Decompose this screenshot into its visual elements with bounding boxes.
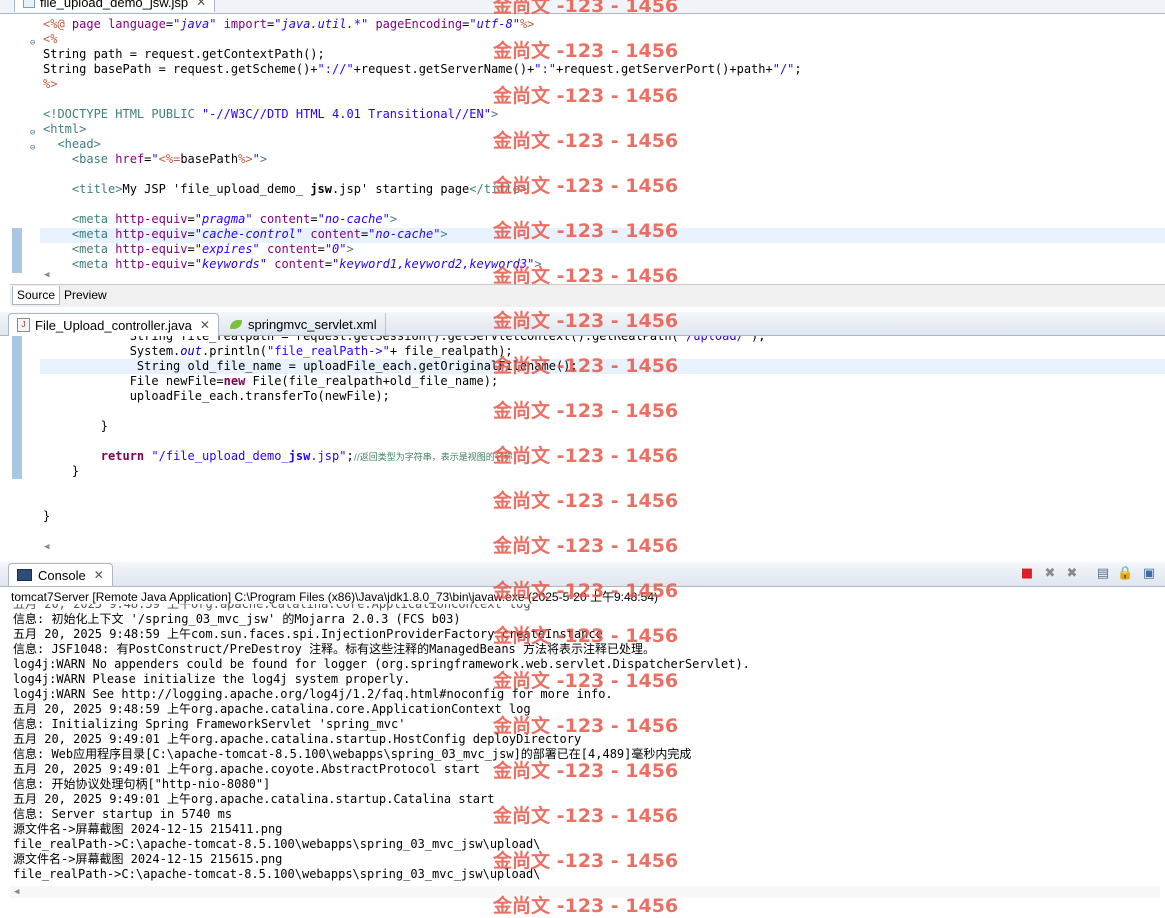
tab-label: file_upload_demo_jsw.jsp [40,0,189,10]
horizontal-scrollbar[interactable]: ◀ [40,541,1165,553]
code-line: return "/file_upload_demo_jsw.jsp";//返回类… [100,449,513,463]
jsp-file-icon [23,0,35,8]
change-marker [12,336,22,479]
code-line: String file_realpath = request.getSessio… [43,336,766,343]
console-line: log4j:WARN See http://logging.apache.org… [13,687,613,701]
code-line: <%@ page language="java" import="java.ut… [43,17,535,31]
tab-preview[interactable]: Preview [60,286,111,304]
code-line: } [43,464,80,478]
console-line: 源文件名->屏幕截图 2024-12-15 215411.png [13,822,283,836]
close-icon[interactable]: ✕ [196,0,206,9]
console-line: 信息: Server startup in 5740 ms [13,807,233,821]
tab-springmvc-servlet-xml[interactable]: springmvc_servlet.xml [222,313,386,335]
console-line: file_realPath->C:\apache-tomcat-8.5.100\… [13,867,541,881]
console-line: 信息: JSF1048: 有PostConstruct/PreDestroy 注… [13,642,656,656]
code-line: <title>My JSP 'file_upload_demo_ jsw.jsp… [71,182,528,196]
horizontal-scrollbar[interactable]: ◀ [40,269,1165,281]
console-line: 信息: Web应用程序目录[C:\apache-tomcat-8.5.100\w… [13,747,692,761]
tab-console[interactable]: Console ✕ [8,563,113,586]
editor1-tabbar: file_upload_demo_jsw.jsp ✕ [0,0,1165,14]
code-line: <meta http-equiv="expires" content="0"> [71,242,354,256]
code-line: } [43,419,109,433]
tab-label: Console [38,567,86,583]
scroll-left-icon[interactable]: ◀ [44,542,49,552]
console-line: 五月 20, 2025 9:48:59 上午org.apache.catalin… [13,604,531,611]
console-line: 信息: Initializing Spring FrameworkServlet… [13,717,406,731]
console-line: 五月 20, 2025 9:48:59 上午org.apache.catalin… [13,702,531,716]
close-icon[interactable]: ✕ [200,318,210,332]
console-line: 五月 20, 2025 9:49:01 上午org.apache.catalin… [13,792,495,806]
console-tabbar: Console ✕ ■ ✖ ✖ ▤ 🔒 ▣ [0,562,1165,587]
code-line: System.out.println("file_realPath->"+ fi… [43,344,513,358]
scroll-left-icon[interactable]: ◀ [14,887,19,897]
change-marker [12,228,22,273]
console-output[interactable]: 五月 20, 2025 9:48:59 上午org.apache.catalin… [0,604,1165,900]
remove-launch-icon[interactable]: ✖ [1042,566,1058,582]
close-icon[interactable]: ✕ [94,568,104,582]
xml-leaf-icon [230,319,242,329]
console-line: 五月 20, 2025 9:48:59 上午com.sun.faces.spi.… [13,627,603,641]
console-line: log4j:WARN Please initialize the log4j s… [13,672,411,686]
fold-icon[interactable]: ⊖ [30,144,39,153]
scroll-left-icon[interactable]: ◀ [44,270,49,280]
code-line: <% [43,32,58,46]
code-line: <!DOCTYPE HTML PUBLIC "-//W3C//DTD HTML … [43,107,499,121]
code-comment: //返回类型为字符串，表示是视图的名称 [353,453,513,463]
clear-console-icon[interactable]: ▤ [1095,566,1111,582]
console-line: log4j:WARN No appenders could be found f… [13,657,750,671]
fold-icon[interactable]: ⊖ [30,39,39,48]
code-line: String old_file_name = uploadFile_each.g… [43,359,578,373]
code-line: %> [43,77,58,91]
code-line: } [43,509,51,523]
java-file-icon: J [17,318,30,332]
console-line: 信息: 开始协议处理句柄["http-nio-8080"] [13,777,271,791]
console-line: 信息: 初始化上下文 '/spring_03_mvc_jsw' 的Mojarra… [13,612,461,626]
code-line: <base href="<%=basePath%>"> [71,152,268,166]
code-line: String path = request.getContextPath(); [43,47,325,61]
tab-file-upload-demo-jsp[interactable]: file_upload_demo_jsw.jsp ✕ [14,0,216,12]
tab-file-upload-controller[interactable]: J File_Upload_controller.java ✕ [8,313,219,336]
java-editor[interactable]: String file_realpath = request.getSessio… [0,336,1165,556]
console-line: 源文件名->屏幕截图 2024-12-15 215615.png [13,852,283,866]
source-preview-bar: Source Preview [10,284,1165,307]
tab-label: File_Upload_controller.java [35,317,192,333]
code-line: <html> [43,122,87,136]
code-line: <meta http-equiv="cache-control" content… [71,227,448,241]
tab-source[interactable]: Source [12,286,61,305]
code-line: File newFile=new File(file_realpath+old_… [43,374,499,388]
code-line: uploadFile_each.transferTo(newFile); [43,389,390,403]
code-line: <meta http-equiv="pragma" content="no-ca… [71,212,398,226]
editor2-tabbar: J File_Upload_controller.java ✕ springmv… [0,312,1165,336]
remove-all-launches-icon[interactable]: ✖ [1064,566,1080,582]
jsp-editor[interactable]: ⊖ ⊖ ⊖ <%@ page language="java" import="j… [0,14,1165,284]
code-line: <head> [43,137,101,151]
console-line: 五月 20, 2025 9:49:01 上午org.apache.coyote.… [13,762,481,776]
tab-label: springmvc_servlet.xml [248,316,377,332]
code-line: String basePath = request.getScheme()+":… [43,62,802,76]
fold-icon[interactable]: ⊖ [30,129,39,138]
console-header: tomcat7Server [Remote Java Application] … [11,590,658,604]
horizontal-scrollbar[interactable]: ◀ [10,886,1160,898]
console-line: file_realPath->C:\apache-tomcat-8.5.100\… [13,837,541,851]
console-icon [17,569,32,581]
display-console-icon[interactable]: ▣ [1141,566,1157,582]
terminate-icon[interactable]: ■ [1019,566,1035,582]
scroll-lock-icon[interactable]: 🔒 [1117,566,1133,582]
console-line: 五月 20, 2025 9:49:01 上午org.apache.catalin… [13,732,582,746]
